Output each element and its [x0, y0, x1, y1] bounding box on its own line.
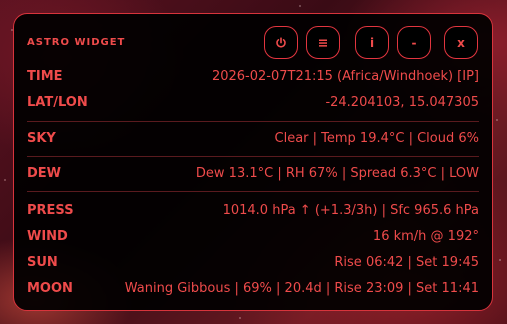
minimize-button[interactable]: -: [397, 26, 431, 59]
row-time: TIME 2026-02-07T21:15 (Africa/Windhoek) …: [27, 66, 479, 86]
row-latlon: LAT/LON -24.204103, 15.047305: [27, 92, 479, 112]
sun-value: Rise 06:42 | Set 19:45: [334, 254, 479, 270]
press-value: 1014.0 hPa ↑ (+1.3/3h) | Sfc 965.6 hPa: [222, 202, 479, 218]
sun-label: SUN: [27, 254, 58, 270]
wind-label: WIND: [27, 228, 68, 244]
row-moon: MOON Waning Gibbous | 69% | 20.4d | Rise…: [27, 278, 479, 298]
widget-title: ASTRO WIDGET: [27, 37, 126, 48]
moon-label: MOON: [27, 280, 73, 296]
sky-value: Clear | Temp 19.4°C | Cloud 6%: [274, 130, 479, 146]
astro-widget-panel: ASTRO WIDGET i - x TIME 2026-02-07T21:15…: [13, 13, 493, 311]
menu-button[interactable]: [306, 26, 340, 59]
divider: [27, 121, 479, 122]
power-button[interactable]: [264, 26, 298, 59]
divider: [27, 156, 479, 157]
time-value: 2026-02-07T21:15 (Africa/Windhoek) [IP]: [211, 68, 479, 84]
wind-value: 16 km/h @ 192°: [372, 228, 479, 244]
row-wind: WIND 16 km/h @ 192°: [27, 226, 479, 246]
time-label: TIME: [27, 68, 63, 84]
power-icon: [276, 36, 286, 48]
row-press: PRESS 1014.0 hPa ↑ (+1.3/3h) | Sfc 965.6…: [27, 200, 479, 220]
latlon-label: LAT/LON: [27, 94, 88, 110]
divider: [27, 191, 479, 192]
dew-label: DEW: [27, 165, 62, 181]
sky-label: SKY: [27, 130, 56, 146]
latlon-value: -24.204103, 15.047305: [325, 94, 479, 110]
row-sky: SKY Clear | Temp 19.4°C | Cloud 6%: [27, 128, 479, 148]
info-button[interactable]: i: [355, 26, 389, 59]
menu-icon: [319, 39, 327, 47]
row-dew: DEW Dew 13.1°C | RH 67% | Spread 6.3°C |…: [27, 163, 479, 183]
close-button[interactable]: x: [444, 26, 478, 59]
moon-value: Waning Gibbous | 69% | 20.4d | Rise 23:0…: [124, 280, 479, 296]
row-sun: SUN Rise 06:42 | Set 19:45: [27, 252, 479, 272]
press-label: PRESS: [27, 202, 74, 218]
dew-value: Dew 13.1°C | RH 67% | Spread 6.3°C | LOW: [195, 165, 479, 181]
